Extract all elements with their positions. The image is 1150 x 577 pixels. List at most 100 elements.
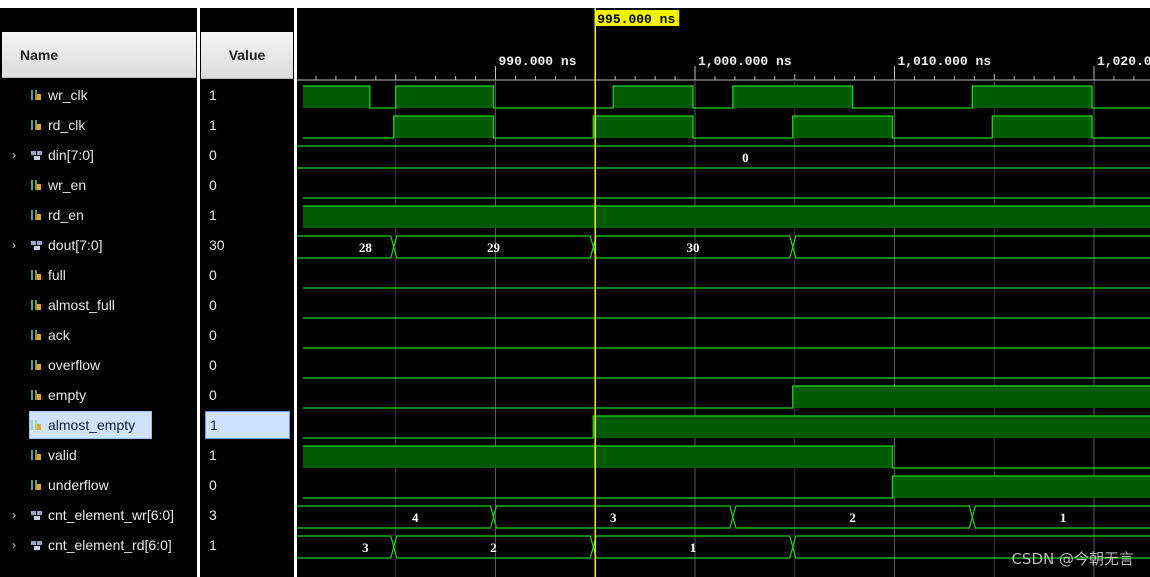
signal-name-row[interactable]: full [0, 260, 197, 290]
bus-value-label: 1 [690, 540, 697, 555]
value-column-header[interactable]: Value [201, 32, 293, 79]
wave-high-fill [393, 116, 494, 138]
wave-high-fill [593, 416, 1150, 438]
signal-name-row[interactable]: overflow [0, 350, 197, 380]
signal-name-row[interactable]: › cnt_element_rd[6:0] [0, 530, 197, 560]
signal-name: din[7:0] [48, 147, 94, 163]
time-axis-label: 990.000 ns [499, 54, 577, 69]
bus-value-label: 30 [687, 240, 700, 255]
waveform-canvas[interactable]: 990.000 ns 1,000.000 ns 1,010.000 ns 1,020.… [297, 8, 1150, 577]
signal-name-row[interactable]: empty [0, 380, 197, 410]
signal-name: valid [48, 447, 77, 463]
signal-value[interactable]: 1 [201, 80, 293, 110]
bus-segment [297, 145, 1150, 169]
signal-name: full [48, 267, 66, 283]
bit-signal-icon [31, 300, 41, 310]
signal-value[interactable]: 3 [201, 500, 293, 530]
wave-high-fill [992, 116, 1093, 138]
waveform-viewer: Name Value wr_clk 1 rd_clk 1 › din[7:0] 0 wr_en… [0, 0, 1150, 577]
bus-value-label: 29 [487, 240, 501, 255]
signal-name-row[interactable]: underflow [0, 470, 197, 500]
signal-name-row[interactable]: wr_clk [0, 80, 197, 110]
expand-chevron-icon[interactable]: › [12, 230, 24, 260]
bit-signal-icon [31, 330, 41, 340]
wave-high-fill [303, 206, 1150, 228]
bit-signal-icon [31, 210, 41, 220]
name-column-header[interactable]: Name [2, 32, 196, 78]
cursor-time-label: 995.000 ns [597, 12, 675, 27]
expand-chevron-icon[interactable]: › [12, 140, 24, 170]
time-axis-label: 1,000.000 ns [698, 54, 792, 69]
bus-signal-icon [31, 151, 42, 160]
signal-name-row[interactable]: almost_full [0, 290, 197, 320]
signal-name-row[interactable]: › cnt_element_wr[6:0] [0, 500, 197, 530]
wave-high-fill [395, 86, 494, 108]
expand-chevron-icon[interactable]: › [12, 530, 24, 560]
wave-high-fill [613, 86, 694, 108]
signal-value[interactable]: 1 [201, 200, 293, 230]
signal-value[interactable]: 0 [201, 380, 293, 410]
signal-value[interactable]: 1 [201, 440, 293, 470]
signal-value[interactable]: 1 [201, 110, 293, 140]
bit-signal-icon [31, 180, 41, 190]
bus-value-label: 1 [1060, 510, 1067, 525]
bus-signal-icon [31, 511, 42, 520]
bus-value-label: 2 [490, 540, 497, 555]
time-axis-label: 1,020.0 [1097, 54, 1150, 69]
bus-segment [297, 235, 395, 259]
bus-value-label: 2 [849, 510, 856, 525]
bit-signal-icon [31, 270, 41, 280]
signal-name-row[interactable]: rd_clk [0, 110, 197, 140]
waveform-svg[interactable]: 990.000 ns 1,000.000 ns 1,010.000 ns 1,020.… [297, 8, 1150, 577]
signal-value[interactable]: 0 [201, 170, 293, 200]
bit-signal-icon [31, 90, 41, 100]
signal-value[interactable]: 0 [201, 290, 293, 320]
wave-high-fill [792, 386, 1150, 408]
wave-high-fill [972, 86, 1093, 108]
signal-value[interactable]: 30 [201, 230, 293, 260]
bit-signal-icon [31, 120, 41, 130]
time-axis-label: 1,010.000 ns [898, 54, 992, 69]
signal-name-row[interactable]: wr_en [0, 170, 197, 200]
bit-signal-icon [31, 450, 41, 460]
signal-name-row[interactable]: rd_en [0, 200, 197, 230]
bus-value-label: 4 [412, 510, 419, 525]
signal-name: overflow [48, 357, 101, 373]
signal-value[interactable]: 0 [201, 320, 293, 350]
watermark: CSDN @今朝无言 [1011, 550, 1134, 568]
signal-name: cnt_element_wr[6:0] [48, 507, 175, 523]
signal-name-row[interactable]: › dout[7:0] [0, 230, 197, 260]
wave-high-fill [593, 116, 694, 138]
signal-name: wr_clk [48, 87, 88, 103]
signal-value[interactable]: 0 [201, 260, 293, 290]
signal-name-row[interactable]: › din[7:0] [0, 140, 197, 170]
signal-name: almost_full [48, 297, 115, 313]
bit-signal-icon [31, 360, 41, 370]
signal-name-row[interactable]: ack [0, 320, 197, 350]
bus-signal-icon [31, 241, 42, 250]
signal-name: rd_en [48, 207, 84, 223]
wave-high-fill [303, 446, 893, 468]
expand-chevron-icon[interactable]: › [12, 500, 24, 530]
signal-value[interactable]: 1 [205, 411, 290, 439]
bit-signal-icon [31, 390, 41, 400]
bus-segment [792, 235, 1150, 259]
bit-signal-icon [31, 480, 41, 490]
signal-name: wr_en [48, 177, 87, 193]
signal-value[interactable]: 1 [201, 530, 293, 560]
signal-name-row[interactable]: valid [0, 440, 197, 470]
bit-signal-icon [31, 420, 41, 430]
signal-value[interactable]: 0 [201, 140, 293, 170]
wave-high-fill [792, 116, 893, 138]
bus-signal-icon [31, 541, 42, 550]
signal-value[interactable]: 0 [201, 470, 293, 500]
signal-name-row[interactable]: almost_empty [0, 410, 197, 440]
signal-name: dout[7:0] [48, 237, 103, 253]
signal-name: ack [48, 327, 70, 343]
bus-value-label: 3 [610, 510, 617, 525]
bus-value-label: 28 [359, 240, 373, 255]
signal-value[interactable]: 0 [201, 350, 293, 380]
signal-name: cnt_element_rd[6:0] [48, 537, 172, 553]
signal-name: rd_clk [48, 117, 86, 133]
wave-high-fill [303, 86, 370, 108]
